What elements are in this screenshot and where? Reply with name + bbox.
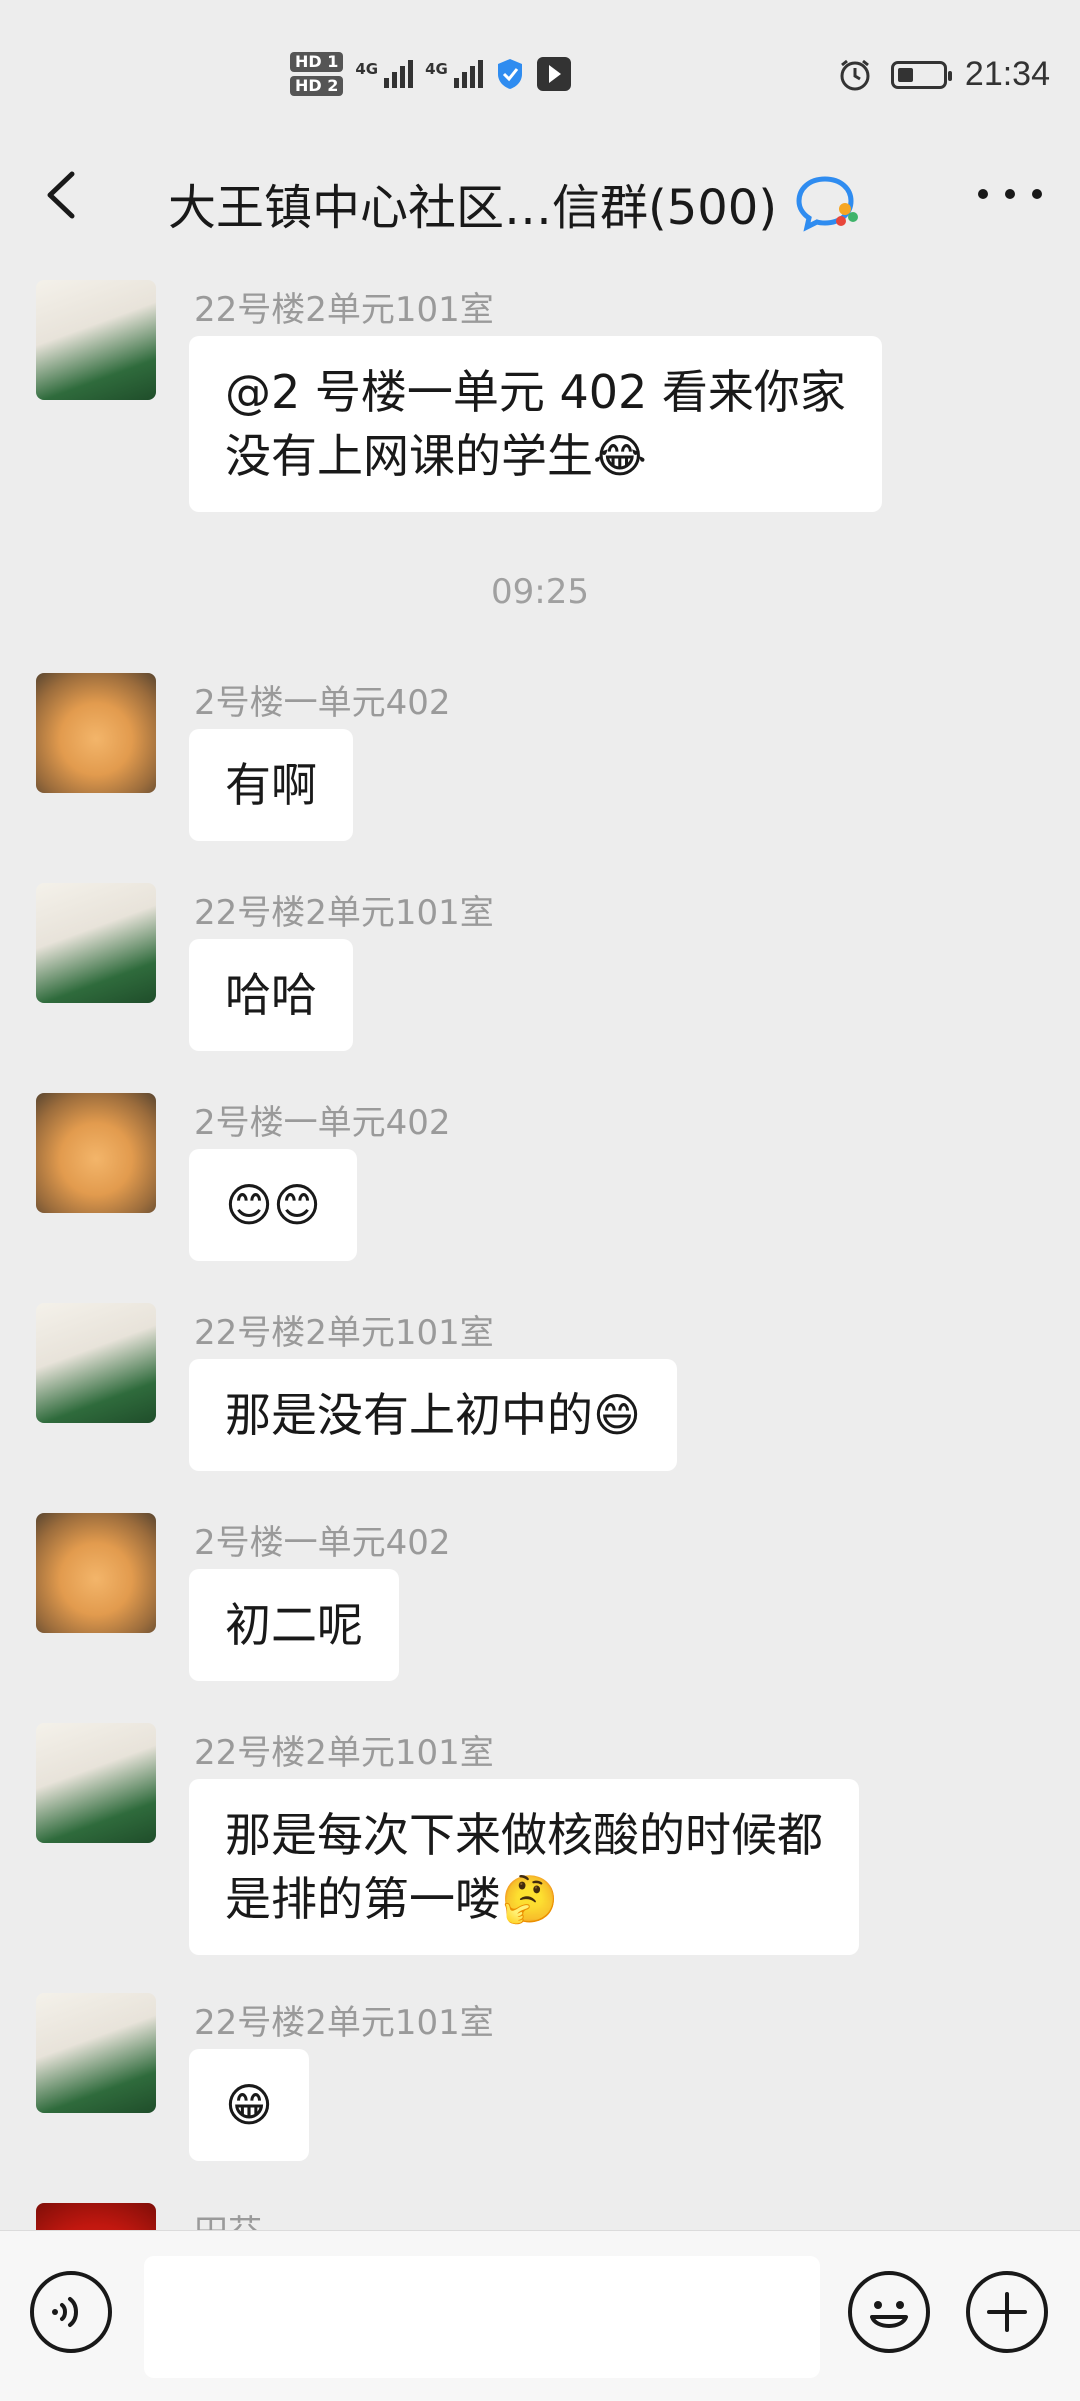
- message-line: 有啊: [225, 758, 317, 812]
- message-bubble[interactable]: 😁: [189, 2049, 309, 2161]
- avatar[interactable]: [36, 280, 156, 400]
- avatar[interactable]: [36, 673, 156, 793]
- hd-indicators: HD 1 HD 2: [290, 52, 344, 96]
- avatar[interactable]: [36, 2203, 156, 2230]
- plus-icon[interactable]: [966, 2271, 1048, 2353]
- message-line: 是排的第一喽🤔: [225, 1872, 559, 1926]
- message-bubble[interactable]: @2 号楼一单元 402 看来你家 没有上网课的学生😂: [189, 336, 882, 512]
- app-notification-icon: [536, 57, 571, 91]
- chat-header: 大王镇中心社区…信群(500): [0, 130, 1080, 260]
- message-bubble[interactable]: 那是每次下来做核酸的时候都 是排的第一喽🤔: [189, 1779, 859, 1955]
- status-left: HD 1 HD 2 4G 4G: [290, 48, 571, 100]
- sender-name: 2号楼一单元402: [194, 1523, 451, 1563]
- message-bubble[interactable]: 有啊: [189, 729, 353, 841]
- input-bar: [0, 2230, 1080, 2401]
- avatar[interactable]: [36, 1723, 156, 1843]
- message-list[interactable]: 22号楼2单元101室 @2 号楼一单元 402 看来你家 没有上网课的学生😂 …: [0, 260, 1080, 2230]
- message-line: 初二呢: [225, 1598, 363, 1652]
- sender-name: 22号楼2单元101室: [194, 290, 494, 330]
- sender-name: 2号楼一单元402: [194, 683, 451, 723]
- voice-icon[interactable]: [30, 2271, 112, 2353]
- shield-icon: [497, 59, 522, 89]
- status-bar: HD 1 HD 2 4G 4G 21:34: [0, 0, 1080, 130]
- message-bubble[interactable]: 那是没有上初中的😄: [189, 1359, 677, 1471]
- hd1-badge: HD 1: [290, 52, 344, 72]
- message-line: 那是没有上初中的😄: [225, 1388, 641, 1442]
- message-bubble[interactable]: 初二呢: [189, 1569, 399, 1681]
- sender-name: 22号楼2单元101室: [194, 1733, 494, 1773]
- avatar[interactable]: [36, 1513, 156, 1633]
- avatar[interactable]: [36, 1303, 156, 1423]
- group-name: 大王镇中心社区…信群(500): [168, 180, 778, 236]
- sender-name: 田芬: [194, 2205, 262, 2230]
- timestamp: 09:25: [491, 572, 589, 612]
- avatar[interactable]: [36, 1093, 156, 1213]
- emoji-icon[interactable]: [848, 2271, 930, 2353]
- message-input[interactable]: [144, 2256, 820, 2378]
- status-time: 21:34: [964, 55, 1050, 93]
- message-bubble[interactable]: 😊😊: [189, 1149, 357, 1261]
- alarm-icon: [840, 59, 870, 90]
- status-right: 21:34: [837, 55, 1050, 94]
- sender-name: 2号楼一单元402: [194, 1103, 451, 1143]
- sender-name: 22号楼2单元101室: [194, 893, 494, 933]
- message-line: @2 号楼一单元 402 看来你家: [225, 365, 846, 419]
- chevron-left-icon[interactable]: [30, 160, 90, 230]
- more-dots-icon[interactable]: [978, 174, 1042, 214]
- message-bubble[interactable]: 哈哈: [189, 939, 353, 1051]
- message-line: 没有上网课的学生😂: [225, 429, 647, 483]
- battery-icon: [890, 60, 952, 89]
- message-line: 😁: [225, 2078, 273, 2132]
- wecom-group-icon: [796, 176, 859, 232]
- avatar[interactable]: [36, 883, 156, 1003]
- signal-2-icon: 4G: [425, 60, 483, 88]
- sender-name: 22号楼2单元101室: [194, 1313, 494, 1353]
- hd2-badge: HD 2: [290, 76, 344, 96]
- page-title[interactable]: 大王镇中心社区…信群(500): [168, 168, 861, 238]
- message-line: 😊😊: [225, 1178, 321, 1232]
- message-line: 那是每次下来做核酸的时候都: [225, 1808, 823, 1862]
- sender-name: 22号楼2单元101室: [194, 2003, 494, 2043]
- avatar[interactable]: [36, 1993, 156, 2113]
- message-line: 哈哈: [225, 968, 317, 1022]
- signal-1-icon: 4G: [355, 60, 414, 88]
